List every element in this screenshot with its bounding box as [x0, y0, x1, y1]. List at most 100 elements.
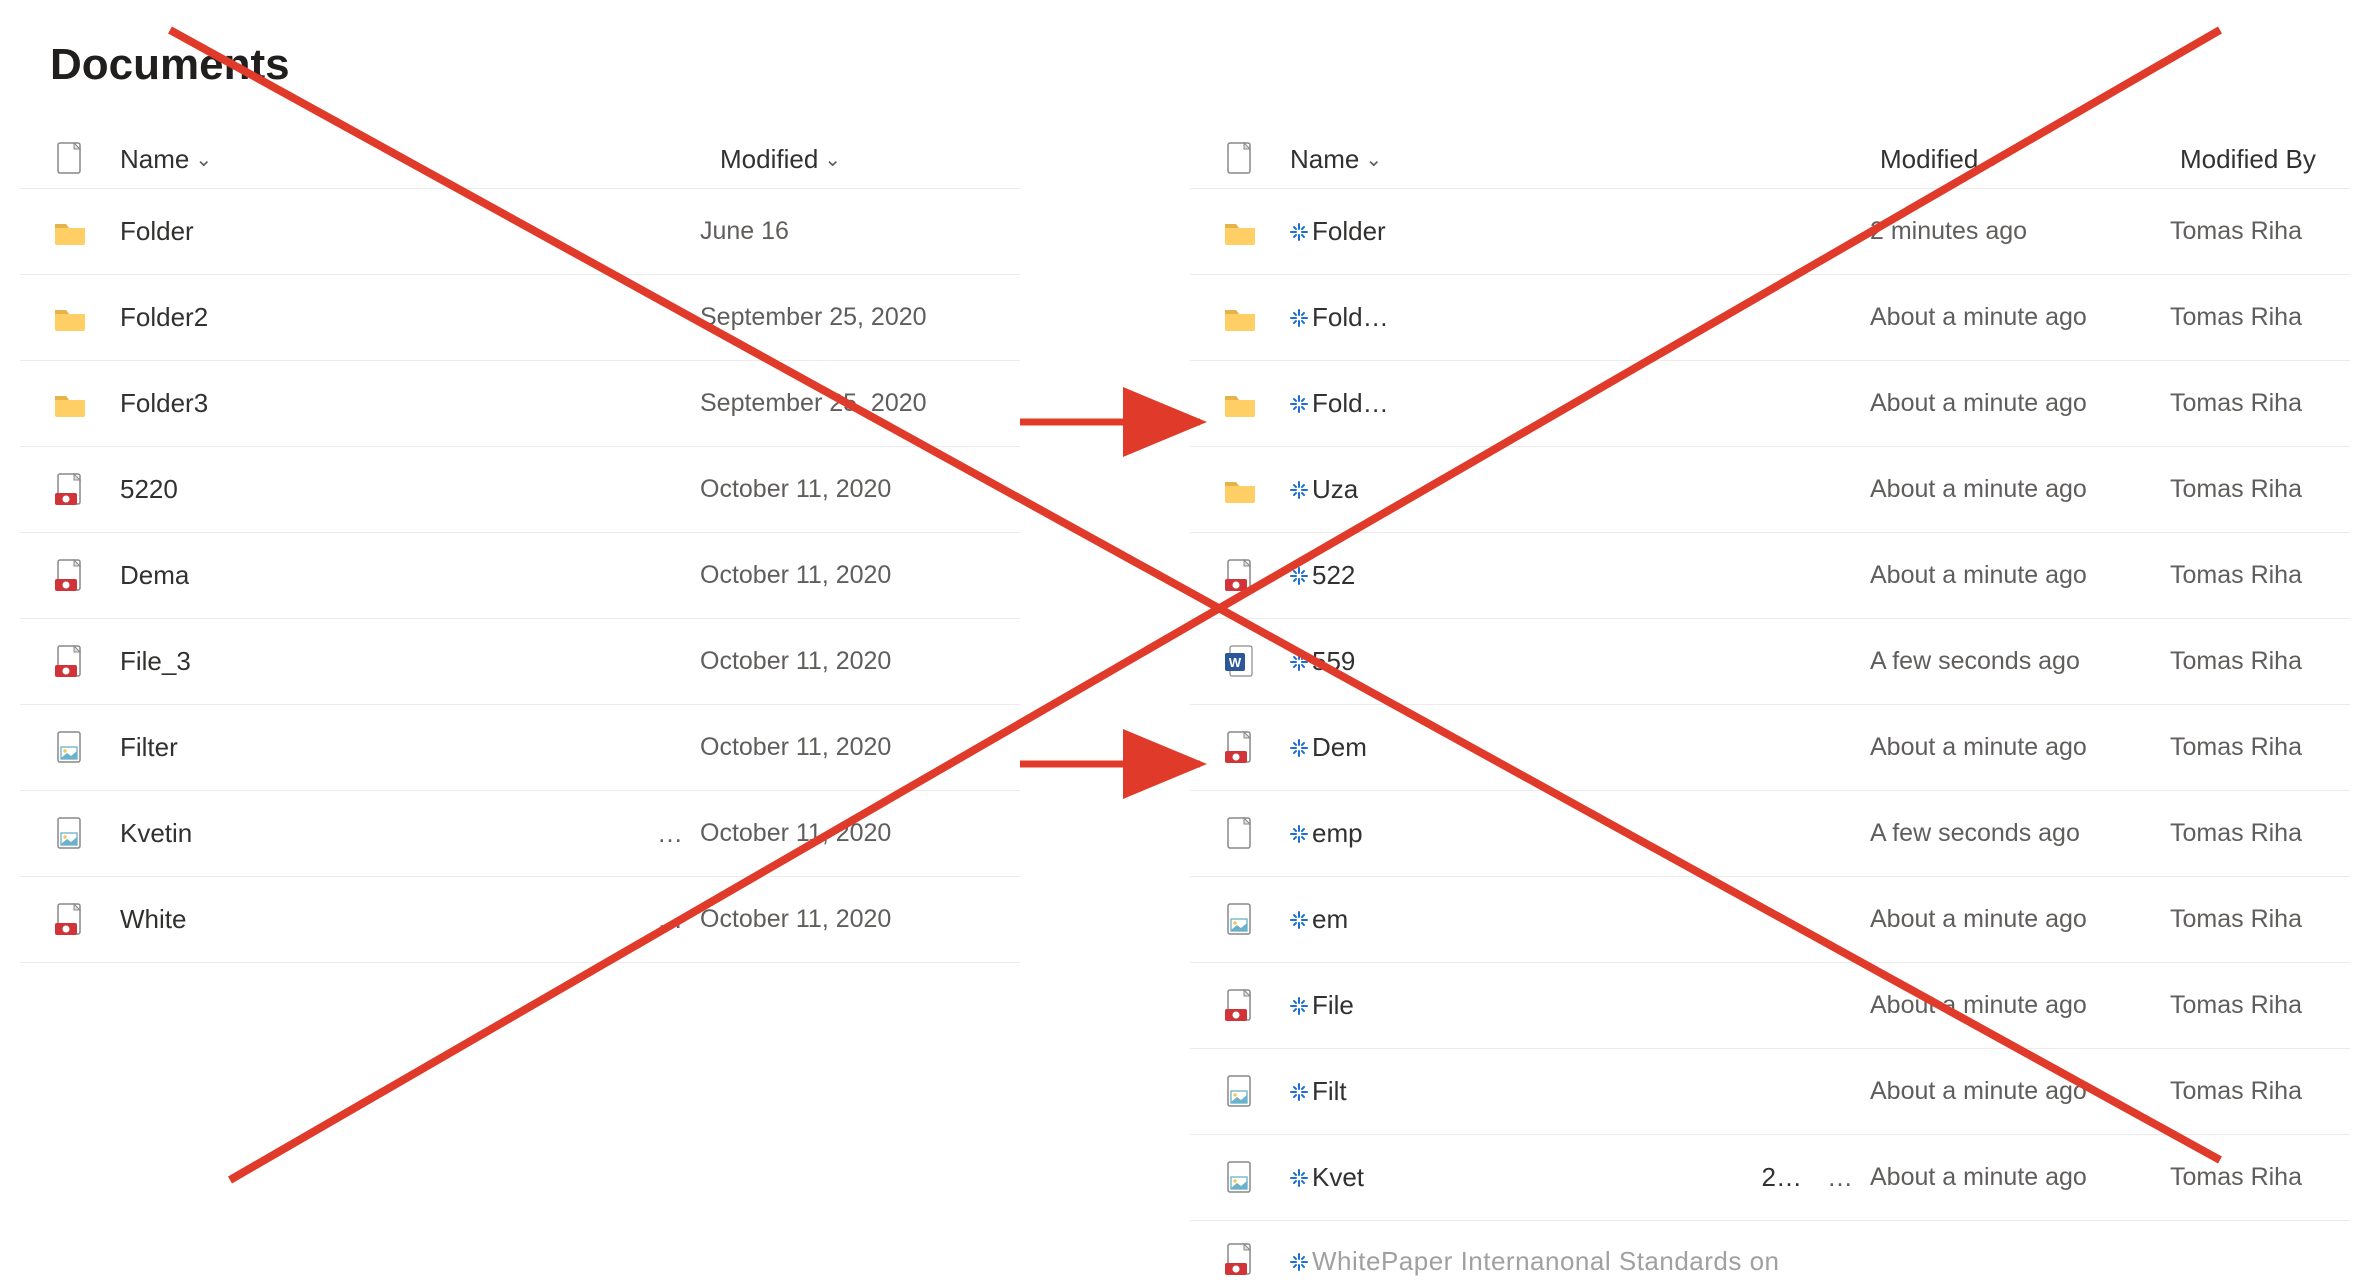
- pdf-icon: [1225, 731, 1255, 765]
- modified-date: About a minute ago: [1870, 1163, 2170, 1192]
- pdf-icon: [1225, 559, 1255, 593]
- file-name[interactable]: Filt: [1312, 1076, 1347, 1107]
- file-name[interactable]: White: [120, 904, 186, 935]
- table-row[interactable]: White … October 11, 2020: [20, 877, 1020, 963]
- folder-icon: [54, 218, 86, 246]
- file-name[interactable]: em: [1312, 904, 1348, 935]
- file-type-header-icon[interactable]: [1225, 142, 1255, 176]
- modified-by: Tomas Riha: [2170, 561, 2340, 590]
- column-header-modified-by[interactable]: Modified By: [2180, 144, 2350, 175]
- row-actions-button[interactable]: …: [1810, 1162, 1870, 1193]
- modified-date: October 11, 2020: [700, 733, 1000, 762]
- new-item-icon: [1290, 1253, 1308, 1271]
- file-list-right: Name ⌄ Modified ⌄ Modified By Folder … 2…: [1190, 130, 2350, 1277]
- modified-date: About a minute ago: [1870, 475, 2170, 504]
- file-name[interactable]: WhitePaper Internanonal Standards on: [1312, 1246, 1780, 1277]
- table-row[interactable]: Kvet 2… … About a minute ago Tomas Riha: [1190, 1135, 2350, 1221]
- new-item-icon: [1290, 309, 1308, 327]
- table-row[interactable]: Folder … June 16: [20, 189, 1020, 275]
- file-name[interactable]: Kvetin: [120, 818, 192, 849]
- folder-icon: [1224, 218, 1256, 246]
- folder-icon: [1224, 304, 1256, 332]
- file-name[interactable]: File: [1312, 990, 1354, 1021]
- table-row[interactable]: Folder2 … About a minute ago Tomas Riha: [1190, 275, 2350, 361]
- column-header-modified[interactable]: Modified ⌄: [720, 144, 1020, 175]
- generic-icon: [1225, 817, 1255, 851]
- column-header-name[interactable]: Name ⌄: [120, 144, 720, 175]
- modified-date: June 16: [700, 217, 1000, 246]
- column-header-modified[interactable]: Modified ⌄: [1880, 144, 2180, 175]
- modified-date: October 11, 2020: [700, 647, 1000, 676]
- file-name[interactable]: Folder2: [120, 302, 208, 333]
- chevron-down-icon: ⌄: [195, 147, 212, 172]
- table-row[interactable]: Filter … October 11, 2020: [20, 705, 1020, 791]
- column-header-name[interactable]: Name ⌄: [1290, 144, 1880, 175]
- modified-date: About a minute ago: [1870, 1077, 2170, 1106]
- file-name[interactable]: Folder: [1312, 216, 1386, 247]
- pdf-icon: [55, 559, 85, 593]
- table-row[interactable]: Dema … October 11, 2020: [20, 533, 1020, 619]
- table-row[interactable]: Folder3 … September 25, 2020: [20, 361, 1020, 447]
- table-row[interactable]: Dem … About a minute ago Tomas Riha: [1190, 705, 2350, 791]
- modified-date: A few seconds ago: [1870, 819, 2170, 848]
- table-row[interactable]: Folder … 2 minutes ago Tomas Riha: [1190, 189, 2350, 275]
- pdf-icon: [1225, 1243, 1255, 1277]
- table-row[interactable]: em … About a minute ago Tomas Riha: [1190, 877, 2350, 963]
- table-row[interactable]: 559 … A few seconds ago Tomas Riha: [1190, 619, 2350, 705]
- new-item-icon: [1290, 653, 1308, 671]
- modified-by: Tomas Riha: [2170, 647, 2340, 676]
- chevron-down-icon: ⌄: [824, 147, 841, 172]
- file-name[interactable]: Dema: [120, 560, 189, 591]
- table-row[interactable]: Filt … About a minute ago Tomas Riha: [1190, 1049, 2350, 1135]
- image-icon: [1225, 903, 1255, 937]
- new-item-icon: [1290, 739, 1308, 757]
- column-header-row: Name ⌄ Modified ⌄ Modified By: [1190, 130, 2350, 189]
- table-row[interactable]: File … About a minute ago Tomas Riha: [1190, 963, 2350, 1049]
- file-name[interactable]: Folder3: [120, 388, 208, 419]
- table-row[interactable]: emp … A few seconds ago Tomas Riha: [1190, 791, 2350, 877]
- image-icon: [55, 817, 85, 851]
- file-name[interactable]: Dem: [1312, 732, 1367, 763]
- table-row[interactable]: Uza … About a minute ago Tomas Riha: [1190, 447, 2350, 533]
- file-name[interactable]: Folder3: [1312, 388, 1392, 419]
- file-name[interactable]: Uza: [1312, 474, 1358, 505]
- modified-by: Tomas Riha: [2170, 389, 2340, 418]
- file-name[interactable]: File_3: [120, 646, 191, 677]
- modified-date: September 25, 2020: [700, 303, 1000, 332]
- new-item-icon: [1290, 1169, 1308, 1187]
- pdf-icon: [55, 903, 85, 937]
- modified-by: Tomas Riha: [2170, 475, 2340, 504]
- table-row[interactable]: File_3 … October 11, 2020: [20, 619, 1020, 705]
- row-actions-button[interactable]: …: [640, 904, 700, 935]
- table-row[interactable]: Kvetin … October 11, 2020: [20, 791, 1020, 877]
- table-row[interactable]: WhitePaper Internanonal Standards on …: [1190, 1221, 2350, 1277]
- row-actions-button[interactable]: …: [640, 818, 700, 849]
- table-row[interactable]: Folder3 … About a minute ago Tomas Riha: [1190, 361, 2350, 447]
- pdf-icon: [55, 473, 85, 507]
- chevron-down-icon: ⌄: [1984, 147, 2001, 172]
- file-name[interactable]: 5220: [120, 474, 178, 505]
- file-name[interactable]: Filter: [120, 732, 178, 763]
- table-row[interactable]: 5220 … October 11, 2020: [20, 447, 1020, 533]
- image-icon: [55, 731, 85, 765]
- modified-date: October 11, 2020: [700, 905, 1000, 934]
- name-overflow-indicator: 2…: [1762, 1162, 1802, 1193]
- table-row[interactable]: Folder2 … September 25, 2020: [20, 275, 1020, 361]
- modified-date: October 11, 2020: [700, 475, 1000, 504]
- file-name[interactable]: Folder: [120, 216, 194, 247]
- modified-date: About a minute ago: [1870, 905, 2170, 934]
- file-name[interactable]: 522: [1312, 560, 1355, 591]
- new-item-icon: [1290, 395, 1308, 413]
- file-name[interactable]: emp: [1312, 818, 1363, 849]
- file-name[interactable]: Kvet: [1312, 1162, 1364, 1193]
- modified-by: Tomas Riha: [2170, 819, 2340, 848]
- modified-by: Tomas Riha: [2170, 905, 2340, 934]
- file-type-header-icon[interactable]: [55, 142, 85, 176]
- file-name[interactable]: Folder2: [1312, 302, 1392, 333]
- file-name[interactable]: 559: [1312, 646, 1355, 677]
- new-item-icon: [1290, 567, 1308, 585]
- modified-by: Tomas Riha: [2170, 217, 2340, 246]
- table-row[interactable]: 522 … About a minute ago Tomas Riha: [1190, 533, 2350, 619]
- new-item-icon: [1290, 223, 1308, 241]
- pdf-icon: [55, 645, 85, 679]
